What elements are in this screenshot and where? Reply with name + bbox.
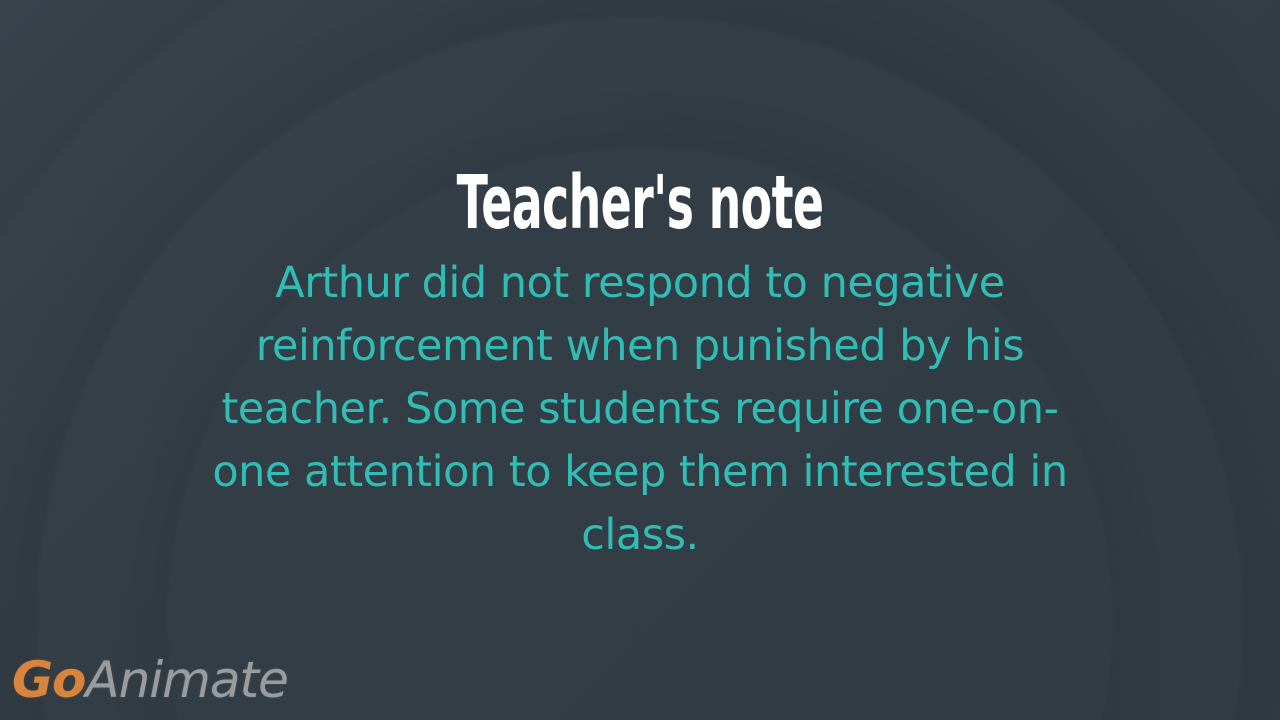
logo-go-text: Go <box>12 651 86 709</box>
slide-title: Teacher's note <box>456 160 824 246</box>
slide-body-text: Arthur did not respond to negative reinf… <box>212 258 1068 560</box>
goanimate-watermark-logo: Go Animate <box>12 644 289 710</box>
logo-animate-text: Animate <box>85 651 288 709</box>
